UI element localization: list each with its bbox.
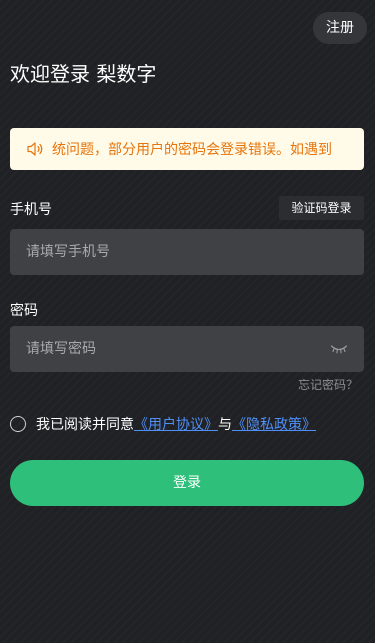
phone-label: 手机号 [10,202,52,218]
notice-text: 统问题，部分用户的密码会登录错误。如遇到 [52,142,332,158]
password-input[interactable] [10,326,364,372]
agreement-prefix: 我已阅读并同意 [36,417,134,433]
agreement-radio[interactable] [10,416,26,432]
eye-closed-icon[interactable] [330,343,348,355]
user-agreement-link[interactable]: 《用户协议》 [134,414,218,434]
agreement-connector: 与 [218,417,232,433]
sms-login-button[interactable]: 验证码登录 [279,196,364,220]
phone-input[interactable] [10,229,364,275]
agreement-row: 我已阅读并同意 《用户协议》 与 《隐私政策》 [10,414,316,434]
login-button[interactable]: 登录 [10,460,364,506]
notice-banner: 统问题，部分用户的密码会登录错误。如遇到 [10,128,364,170]
page-title: 欢迎登录 梨数字 [10,62,157,86]
privacy-policy-link[interactable]: 《隐私政策》 [232,414,316,434]
speaker-icon [27,142,43,156]
forgot-password-link[interactable]: 忘记密码？ [298,376,358,393]
register-button[interactable]: 注册 [313,12,367,44]
password-label: 密码 [10,303,38,319]
